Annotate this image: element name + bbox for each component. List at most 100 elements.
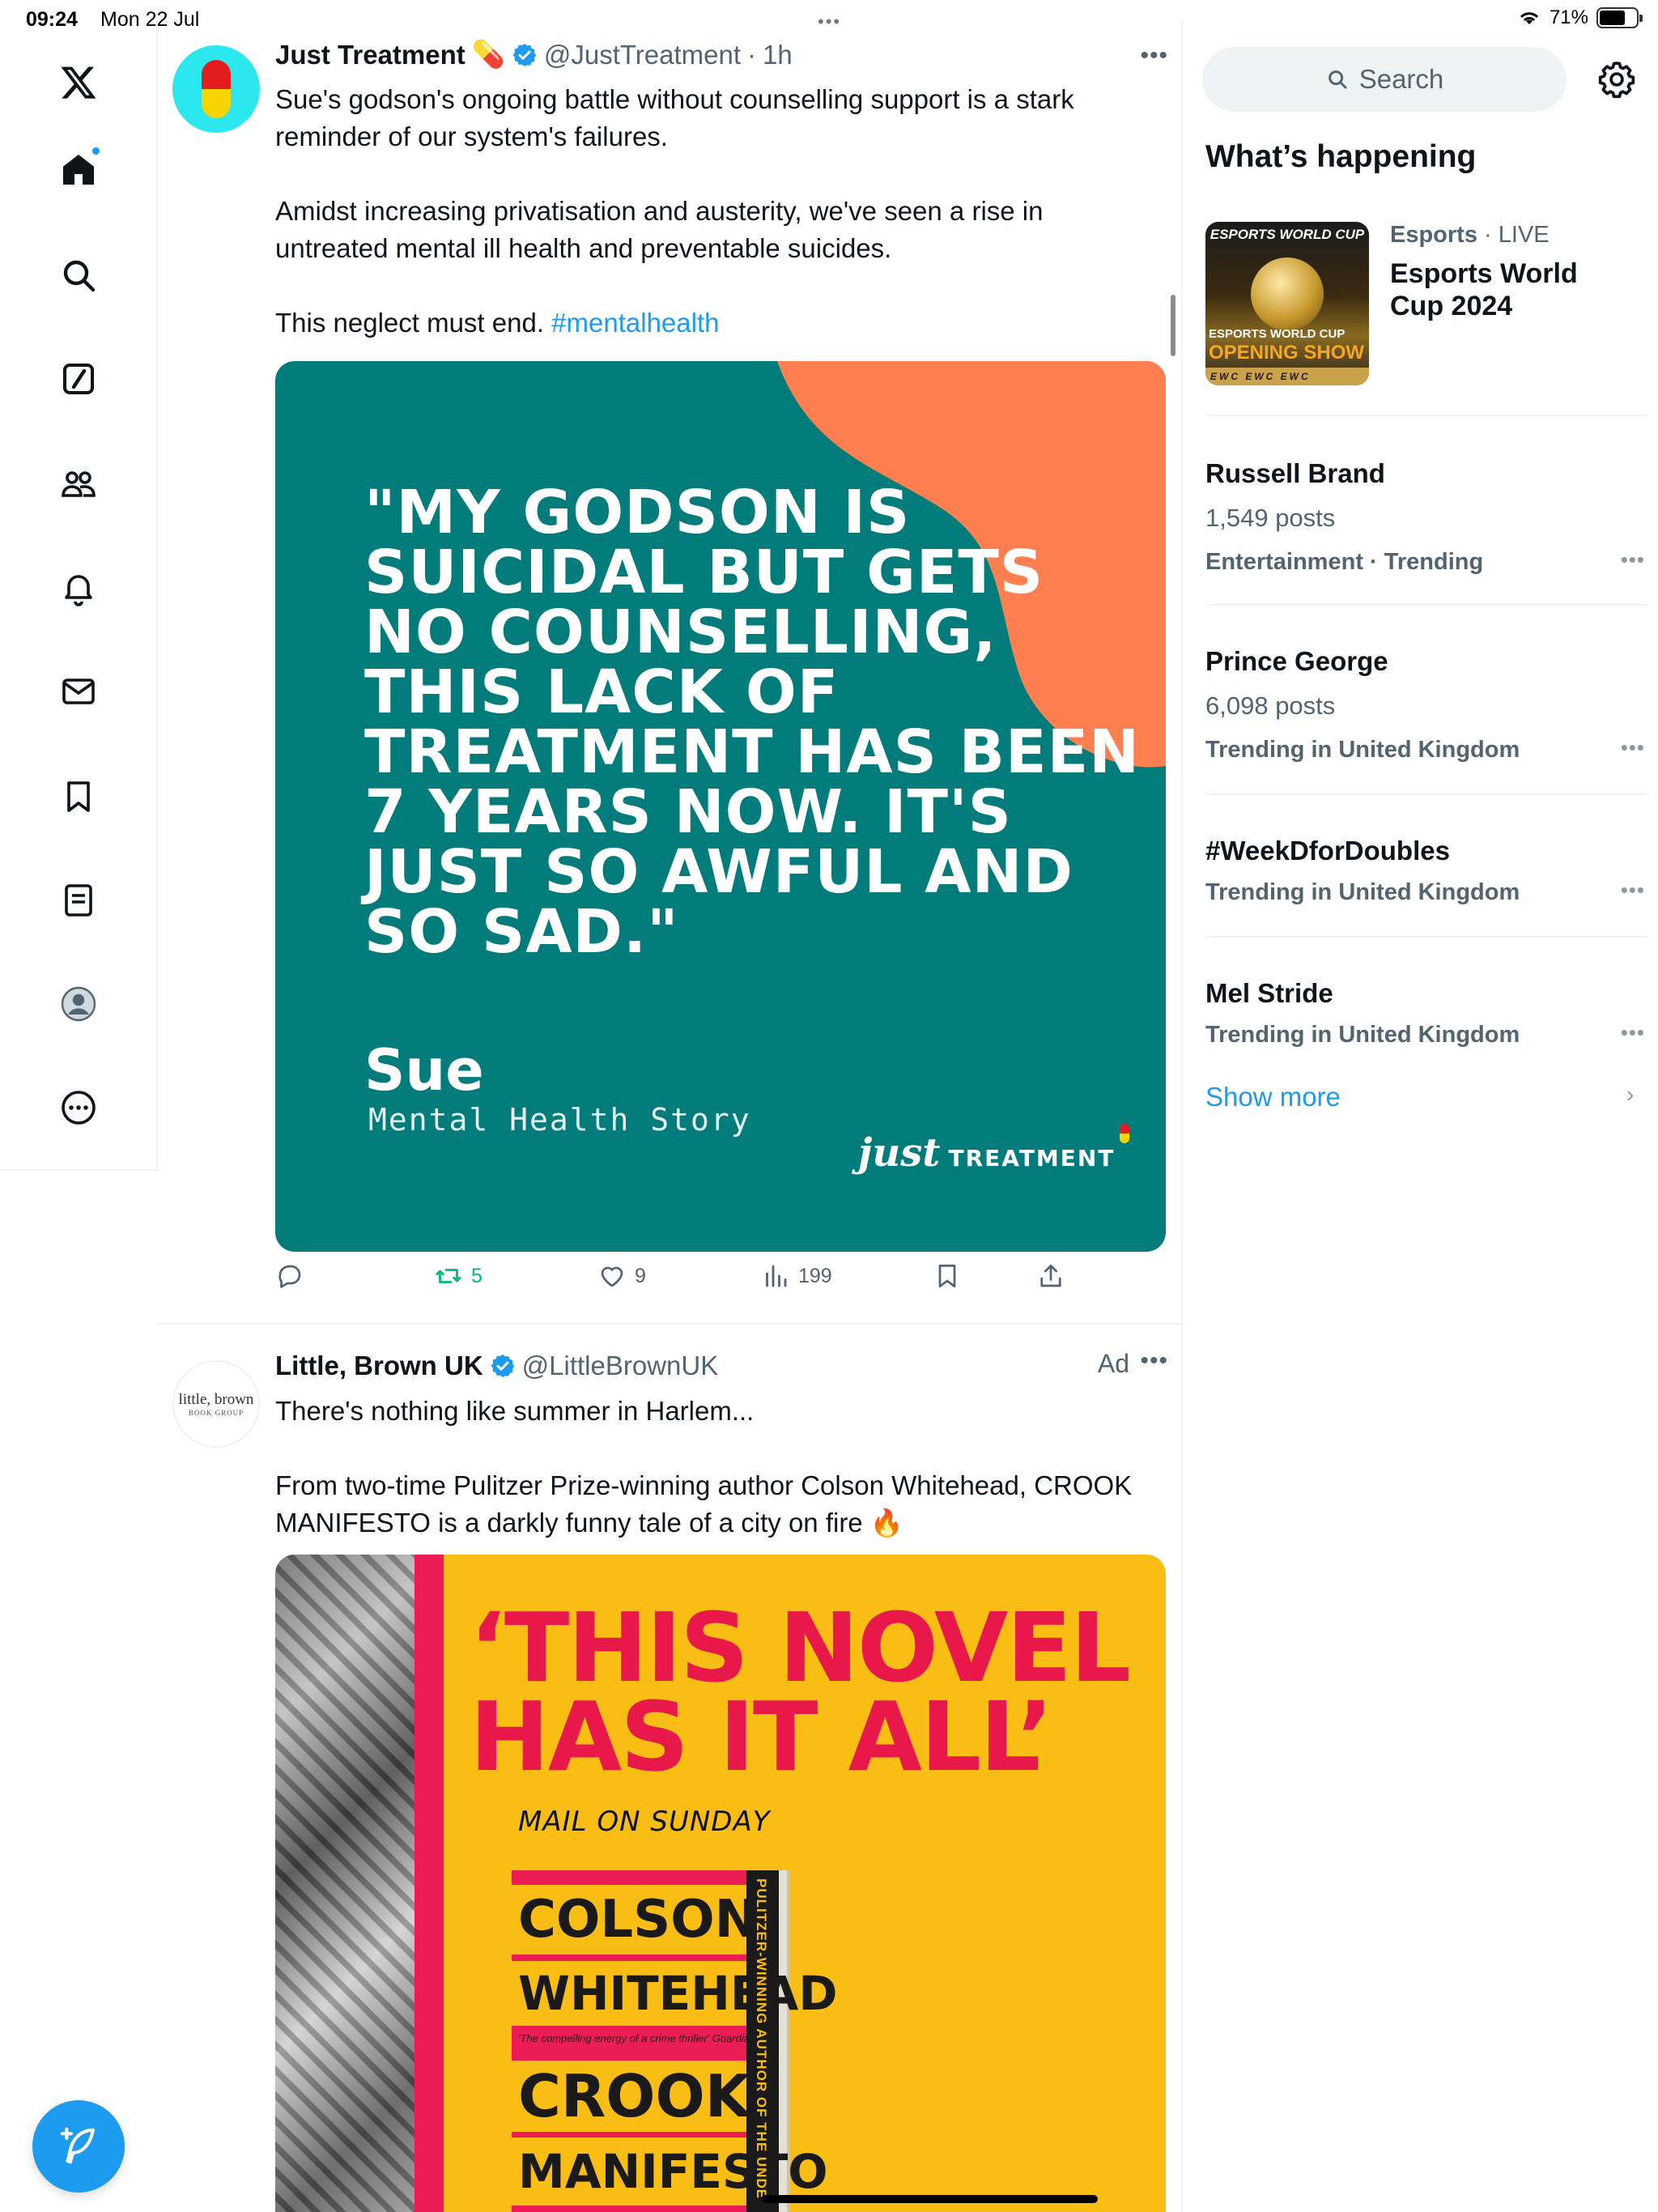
book-spine-text: PULITZER-WINNING AUTHOR OF THE UNDE [754, 1878, 769, 2200]
bookmark-button[interactable] [933, 1261, 962, 1291]
x-logo-icon[interactable] [46, 50, 111, 115]
trend-featured-esports[interactable]: ESPORTS WORLD CUP ESPORTS WORLD CUP OPEN… [1205, 222, 1648, 416]
avatar-logo-text: little, brown [178, 1391, 254, 1408]
search-icon [1328, 70, 1347, 89]
views-chart-icon [766, 1265, 787, 1287]
trend-context: Trending in United Kingdom [1205, 737, 1520, 763]
views-button[interactable]: 199 [761, 1261, 832, 1291]
notifications-bell-icon[interactable] [46, 555, 111, 620]
separator-dot: · [747, 39, 757, 70]
compose-post-button[interactable] [32, 2100, 125, 2193]
trend-item[interactable]: Russell Brand 1,549 posts Entertainment … [1205, 416, 1648, 606]
bookmark-icon [938, 1264, 956, 1288]
ad-headline: ‘THIS NOVEL HAS IT ALL’ [470, 1592, 1131, 1793]
hashtag-link[interactable]: #mentalhealth [551, 308, 719, 338]
avatar[interactable] [172, 45, 260, 133]
trend-more-icon[interactable]: ••• [1621, 735, 1645, 760]
trend-post-count: 6,098 posts [1205, 691, 1336, 720]
verified-badge-icon [512, 43, 537, 66]
thumb-bar: EWC EWC EWC [1205, 368, 1369, 385]
harlem-street-photo [275, 1555, 414, 2212]
communities-icon[interactable] [46, 452, 111, 517]
trend-more-icon[interactable]: ••• [1621, 1020, 1645, 1045]
compose-feather-icon [60, 2127, 96, 2164]
tweet-paragraph: This neglect must end. #mentalhealth [275, 304, 1158, 342]
trend-context: Trending in United Kingdom [1205, 879, 1520, 905]
search-input[interactable]: Search [1202, 47, 1567, 112]
home-icon[interactable] [46, 138, 111, 202]
trend-more-icon[interactable]: ••• [1621, 878, 1645, 903]
trophy-graphic [1251, 257, 1324, 330]
right-sidebar: Search What’s happening ESPORTS WORLD CU… [1184, 21, 1658, 2212]
trend-name: Russell Brand [1205, 458, 1385, 488]
just-treatment-logo: just TREATMENT [858, 1124, 1130, 1176]
settings-gear-icon[interactable] [1596, 58, 1638, 100]
book-spine: PULITZER-WINNING AUTHOR OF THE UNDE [746, 1870, 779, 2212]
trend-post-count: 1,549 posts [1205, 504, 1336, 532]
author-handle[interactable]: @LittleBrownUK [522, 1351, 719, 1381]
tweet-image[interactable]: "MY GODSON IS SUICIDAL BUT GETS NO COUNS… [275, 361, 1166, 1252]
trend-name: #WeekDforDoubles [1205, 836, 1450, 866]
tweet-header: Just Treatment 💊 @JustTreatment · 1h [275, 39, 793, 70]
trend-meta: Esports · LIVE [1390, 222, 1550, 248]
red-stripe [414, 1555, 444, 2212]
author-name[interactable]: Little, Brown UK [275, 1351, 483, 1381]
repost-icon [436, 1269, 461, 1283]
like-button[interactable]: 9 [597, 1261, 646, 1291]
thumb-line1: ESPORTS WORLD CUP [1209, 327, 1346, 341]
share-button[interactable] [1036, 1261, 1065, 1291]
chevron-right-icon[interactable]: › [1626, 1082, 1634, 1108]
tweet-time[interactable]: 1h [763, 40, 793, 70]
tweet-just-treatment[interactable]: Just Treatment 💊 @JustTreatment · 1h •••… [158, 21, 1181, 1325]
avatar[interactable]: little, brown BOOK GROUP [172, 1360, 260, 1448]
reply-icon [278, 1265, 301, 1288]
search-placeholder: Search [1358, 64, 1444, 94]
profile-avatar-icon[interactable] [46, 972, 111, 1036]
logo-just: just [858, 1130, 941, 1176]
logo-pill-icon [1120, 1124, 1130, 1143]
home-indicator[interactable] [761, 2195, 1098, 2203]
tweet-more-icon[interactable]: ••• [1140, 1347, 1168, 1375]
tweet-more-icon[interactable]: ••• [1140, 42, 1168, 70]
author-name[interactable]: Just Treatment [275, 40, 466, 70]
quote-text: "MY GODSON IS SUICIDAL BUT GETS NO COUNS… [364, 478, 1141, 967]
trend-item[interactable]: Mel Stride Trending in United Kingdom ••… [1205, 938, 1648, 1059]
thumb-line2: OPENING SHOW [1209, 342, 1365, 364]
trend-thumbnail: ESPORTS WORLD CUP ESPORTS WORLD CUP OPEN… [1205, 222, 1369, 385]
show-more-link[interactable]: Show more [1205, 1082, 1341, 1112]
bookmarks-icon[interactable] [46, 764, 111, 829]
book-blurb: 'The compelling energy of a crime thrill… [518, 2032, 756, 2044]
tweet-text: Sue's godson's ongoing battle without co… [275, 81, 1158, 379]
ad-source: MAIL ON SUNDAY [518, 1806, 771, 1838]
ad-image[interactable]: ‘THIS NOVEL HAS IT ALL’ MAIL ON SUNDAY C… [275, 1555, 1166, 2212]
trend-item[interactable]: #WeekDforDoubles Trending in United King… [1205, 795, 1648, 938]
tweet-paragraph: From two-time Pulitzer Prize-winning aut… [275, 1470, 1133, 1538]
explore-icon[interactable] [46, 243, 111, 308]
pill-logo-icon [202, 60, 231, 118]
like-count: 9 [635, 1264, 646, 1287]
tweet-little-brown-ad[interactable]: little, brown BOOK GROUP Little, Brown U… [158, 1326, 1181, 2212]
book-cover: COLSON WHITEHEAD 'The compelling energy … [512, 1870, 837, 2212]
ad-label: Ad [1097, 1349, 1129, 1378]
trend-context: Entertainment · Trending [1205, 549, 1484, 575]
timeline-feed[interactable]: Just Treatment 💊 @JustTreatment · 1h •••… [158, 21, 1183, 2212]
trend-item[interactable]: Prince George 6,098 posts Trending in Un… [1205, 606, 1648, 795]
author-handle[interactable]: @JustTreatment [544, 40, 741, 70]
tweet-actions: 5 9 199 [275, 1261, 1174, 1310]
repost-button[interactable]: 5 [434, 1261, 483, 1291]
more-options-icon[interactable] [46, 1075, 111, 1140]
trend-context: Trending in United Kingdom [1205, 1022, 1520, 1048]
repost-count: 5 [471, 1264, 483, 1287]
grok-icon[interactable] [46, 347, 111, 411]
tweet-header: Little, Brown UK @LittleBrownUK [275, 1351, 718, 1381]
messages-icon[interactable] [46, 659, 111, 724]
lists-icon[interactable] [46, 868, 111, 933]
notification-dot [90, 146, 101, 156]
trend-more-icon[interactable]: ••• [1621, 547, 1645, 572]
quote-person: Sue [364, 1037, 484, 1104]
whats-happening-title: What’s happening [1205, 139, 1477, 174]
reply-button[interactable] [275, 1261, 312, 1291]
share-icon [1040, 1264, 1061, 1287]
trend-title: Esports World Cup 2024 [1390, 258, 1578, 321]
tweet-text: There's nothing like summer in Harlem...… [275, 1393, 1158, 1579]
